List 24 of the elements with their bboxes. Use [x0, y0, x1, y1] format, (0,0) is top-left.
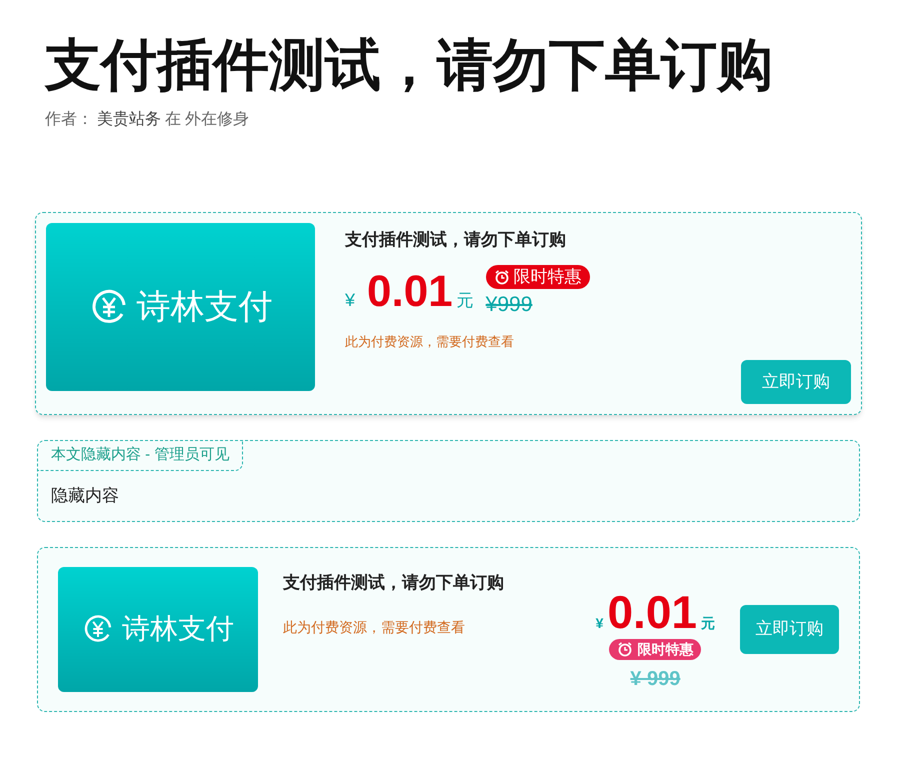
alarm-clock-icon [617, 641, 634, 657]
logo-text: 诗林支付 [122, 612, 234, 646]
original-price: ¥ 999 [630, 666, 680, 692]
sale-badge: 限时特惠 [609, 638, 702, 660]
price: 0.01 [607, 588, 697, 634]
paid-notice: 此为付费资源，需要付费查看 [345, 333, 515, 351]
paid-notice: 此为付费资源，需要付费查看 [283, 618, 466, 637]
currency-symbol: ¥ [345, 289, 356, 312]
hidden-content-text: 隐藏内容 [50, 484, 120, 506]
sale-badge: 限时特惠 [486, 264, 590, 288]
currency-symbol: ¥ [596, 614, 604, 632]
page-title: 支付插件测试，请勿下单订购 [45, 32, 774, 98]
price: 0.01 [367, 270, 453, 314]
category-link[interactable]: 外在修身 [185, 108, 249, 132]
price-unit: 元 [701, 614, 715, 632]
alarm-clock-icon [494, 268, 510, 284]
preposition-text: 在 [165, 110, 181, 130]
author-label: 作者： [45, 110, 93, 130]
original-price: ¥999 [486, 292, 532, 318]
product-title: 支付插件测试，请勿下单订购 [283, 572, 505, 594]
price-unit: 元 [456, 290, 474, 312]
logo-text: 诗林支付 [136, 286, 272, 328]
product-title: 支付插件测试，请勿下单订购 [345, 229, 567, 251]
author-link[interactable]: 美贵站务 [97, 108, 161, 132]
